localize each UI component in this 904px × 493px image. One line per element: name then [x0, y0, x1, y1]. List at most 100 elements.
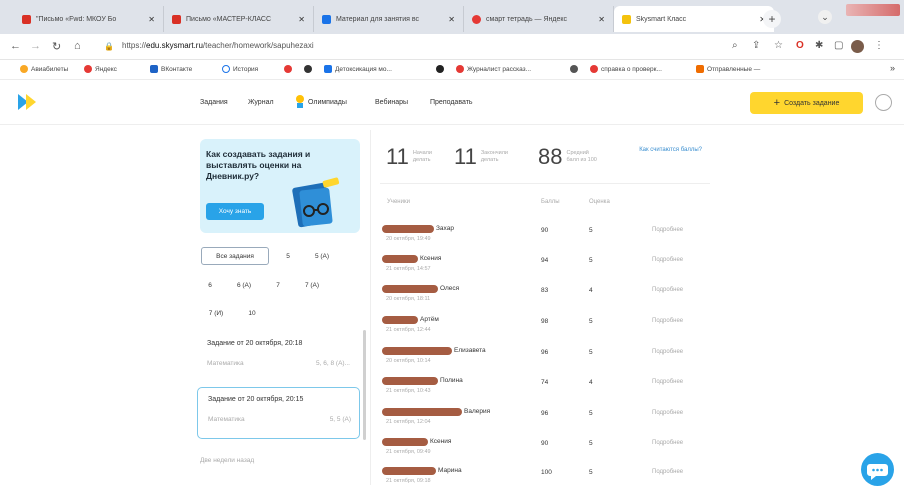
zoom-icon[interactable]: ⌕: [732, 40, 738, 51]
table-row[interactable]: Олеся 20 октября, 18:11 83 4 Подробнее: [380, 281, 710, 311]
bookmark[interactable]: История: [222, 65, 258, 73]
opera-icon[interactable]: O: [796, 40, 804, 51]
bookmark[interactable]: [284, 65, 292, 73]
filter-class[interactable]: 6: [201, 276, 219, 294]
table-row[interactable]: Ксения 21 октября, 14:57 94 5 Подробнее: [380, 251, 710, 281]
filter-class[interactable]: 7: [269, 276, 287, 294]
student-name: Олеся: [440, 285, 460, 292]
sidebar-scrollbar[interactable]: [363, 330, 366, 440]
bookmark[interactable]: [436, 65, 444, 73]
bookmark[interactable]: справка о проверк...: [590, 65, 662, 73]
filter-class[interactable]: 5: [279, 247, 297, 265]
details-link[interactable]: Подробнее: [652, 287, 683, 293]
more-bookmarks-icon[interactable]: »: [890, 63, 895, 73]
book-illustration: [292, 177, 340, 228]
bookmark[interactable]: Детоксикация мо...: [324, 65, 392, 73]
column-header-grade: Оценка: [589, 199, 610, 205]
forward-icon[interactable]: →: [30, 40, 41, 52]
chat-button[interactable]: [861, 453, 894, 486]
table-row[interactable]: Ксения 21 октября, 09:49 90 5 Подробнее: [380, 434, 710, 464]
menu-icon[interactable]: ⋮: [874, 40, 884, 51]
sidebar-icon[interactable]: ▢: [834, 40, 843, 51]
menu-assignments[interactable]: Задания: [200, 99, 228, 106]
details-link[interactable]: Подробнее: [652, 469, 683, 475]
filter-class[interactable]: 10: [241, 304, 263, 322]
stat-finished: 11 Закончили делать: [454, 144, 508, 170]
menu-teach[interactable]: Преподавать: [430, 99, 473, 106]
promo-button[interactable]: Хочу знать: [206, 203, 264, 220]
bookmark[interactable]: Отправленные —: [696, 65, 760, 73]
table-row[interactable]: Елизавета 20 октября, 10:14 96 5 Подробн…: [380, 343, 710, 373]
table-row[interactable]: Марина 21 октября, 09:18 100 5 Подробнее: [380, 463, 710, 493]
table-row[interactable]: Валерия 21 октября, 12:04 96 5 Подробнее: [380, 404, 710, 434]
bookmark[interactable]: Яндекс: [84, 65, 117, 73]
task-card[interactable]: Задание от 20 октября, 20:18 Математика 5…: [197, 332, 360, 384]
plus-icon: +: [773, 97, 781, 109]
bookmark-icon: [570, 65, 578, 73]
menu-olympiads[interactable]: Олимпиады: [308, 99, 347, 106]
browser-tab[interactable]: Письмо «МАСТЕР-КЛАСС ✕: [164, 6, 314, 32]
skysmart-logo[interactable]: [18, 94, 36, 110]
details-link[interactable]: Подробнее: [652, 410, 683, 416]
promo-banner: Как создавать задания и выставлять оценк…: [200, 139, 360, 233]
table-row[interactable]: Артём 21 октября, 12:44 98 5 Подробнее: [380, 312, 710, 342]
task-card-selected[interactable]: Задание от 20 октября, 20:15 Математика 5…: [197, 387, 360, 439]
submission-date: 20 октября, 10:14: [386, 358, 431, 364]
details-link[interactable]: Подробнее: [652, 257, 683, 263]
home-icon[interactable]: ⌂: [74, 40, 81, 52]
bookmark[interactable]: [570, 65, 578, 73]
browser-tab[interactable]: Материал для занятия вс ✕: [314, 6, 464, 32]
submission-date: 21 октября, 12:04: [386, 419, 431, 425]
filter-all[interactable]: Все задания: [201, 247, 269, 265]
browser-tab[interactable]: "Письмо «Fwd: МКОУ Бо ✕: [14, 6, 164, 32]
how-scores-link[interactable]: Как считаются баллы?: [620, 146, 702, 154]
table-row[interactable]: Полина 21 октября, 10:43 74 4 Подробнее: [380, 373, 710, 403]
points: 94: [541, 257, 549, 264]
profile-avatar[interactable]: [851, 40, 864, 53]
window-controls[interactable]: [846, 4, 900, 16]
details-link[interactable]: Подробнее: [652, 440, 683, 446]
close-tab-icon[interactable]: ✕: [148, 15, 155, 24]
close-tab-icon[interactable]: ✕: [598, 15, 605, 24]
lock-icon[interactable]: 🔒: [104, 42, 114, 51]
details-link[interactable]: Подробнее: [652, 318, 683, 324]
points: 96: [541, 349, 549, 356]
bookmark-icon: [20, 65, 28, 73]
bookmark[interactable]: Авиабилеты: [20, 65, 68, 73]
filter-class[interactable]: 7 (И): [201, 304, 231, 322]
filter-class[interactable]: 7 (А): [297, 276, 327, 294]
tab-search-icon[interactable]: ⌄: [818, 10, 832, 24]
details-link[interactable]: Подробнее: [652, 349, 683, 355]
star-icon[interactable]: ☆: [774, 40, 783, 51]
student-name: Захар: [436, 225, 454, 232]
browser-tab-active[interactable]: Skysmart Класс ✕: [614, 6, 774, 32]
reload-icon[interactable]: ↻: [52, 40, 61, 53]
points: 100: [541, 469, 552, 476]
url-field[interactable]: https://edu.skysmart.ru/teacher/homework…: [122, 41, 314, 50]
menu-journal[interactable]: Журнал: [248, 99, 274, 106]
bookmark[interactable]: ВКонтакте: [150, 65, 192, 73]
details-link[interactable]: Подробнее: [652, 227, 683, 233]
filter-class[interactable]: 6 (А): [229, 276, 259, 294]
student-name: Ксения: [430, 438, 452, 445]
create-assignment-button[interactable]: + Создать задание: [750, 92, 863, 114]
bookmark[interactable]: [304, 65, 312, 73]
details-link[interactable]: Подробнее: [652, 379, 683, 385]
column-header-students: Ученики: [387, 199, 410, 205]
close-tab-icon[interactable]: ✕: [298, 15, 305, 24]
filter-class[interactable]: 5 (А): [307, 247, 337, 265]
share-icon[interactable]: ⇪: [752, 40, 760, 51]
close-tab-icon[interactable]: ✕: [448, 15, 455, 24]
menu-webinars[interactable]: Вебинары: [375, 99, 408, 106]
profile-icon[interactable]: [875, 94, 892, 111]
browser-tab[interactable]: смарт тетрадь — Яндекс ✕: [464, 6, 614, 32]
new-tab-button[interactable]: +: [763, 10, 781, 28]
olympiad-icon: [294, 95, 306, 108]
stat-label: балл из 100: [566, 157, 597, 163]
table-row[interactable]: Захар 20 октября, 19:49 90 5 Подробнее: [380, 221, 710, 251]
redaction: [382, 255, 418, 263]
bookmark[interactable]: Журналист рассказ...: [456, 65, 531, 73]
back-icon[interactable]: ←: [10, 40, 21, 52]
url-host: edu.skysmart.ru: [146, 41, 203, 50]
extensions-icon[interactable]: ✱: [815, 40, 823, 51]
